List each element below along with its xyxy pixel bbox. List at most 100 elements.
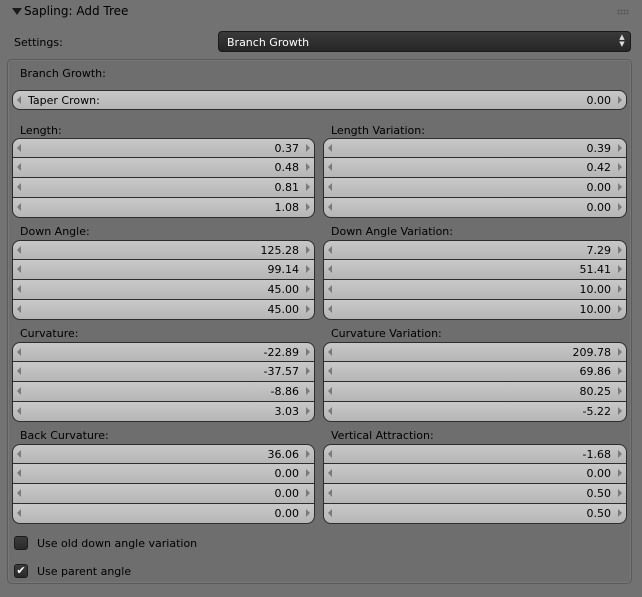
decrement-arrow-icon[interactable] [328,285,332,293]
decrement-arrow-icon[interactable] [328,489,332,497]
increment-arrow-icon[interactable] [306,367,310,375]
increment-arrow-icon[interactable] [618,285,622,293]
decrement-arrow-icon[interactable] [328,407,332,415]
curvature-field-2[interactable]: -37.57 [12,362,315,382]
increment-arrow-icon[interactable] [306,489,310,497]
increment-arrow-icon[interactable] [618,305,622,313]
decrement-arrow-icon[interactable] [17,144,21,152]
increment-arrow-icon[interactable] [618,163,622,171]
decrement-arrow-icon[interactable] [328,348,332,356]
increment-arrow-icon[interactable] [306,509,310,517]
decrement-arrow-icon[interactable] [17,469,21,477]
decrement-arrow-icon[interactable] [17,489,21,497]
increment-arrow-icon[interactable] [618,203,622,211]
curvature-field-1[interactable]: -22.89 [12,342,315,362]
down-angle-variation-field-3[interactable]: 10.00 [323,280,627,300]
decrement-arrow-icon[interactable] [17,96,21,104]
increment-arrow-icon[interactable] [618,509,622,517]
decrement-arrow-icon[interactable] [17,509,21,517]
increment-arrow-icon[interactable] [618,144,622,152]
length-variation-field-4[interactable]: 0.00 [323,198,627,218]
length-variation-field-1[interactable]: 0.39 [323,138,627,158]
taper-crown-field[interactable]: Taper Crown: 0.00 [12,90,627,110]
down-angle-variation-field-1[interactable]: 7.29 [323,240,627,260]
decrement-arrow-icon[interactable] [328,246,332,254]
decrement-arrow-icon[interactable] [328,163,332,171]
increment-arrow-icon[interactable] [306,348,310,356]
increment-arrow-icon[interactable] [306,469,310,477]
increment-arrow-icon[interactable] [306,144,310,152]
increment-arrow-icon[interactable] [306,450,310,458]
decrement-arrow-icon[interactable] [17,183,21,191]
decrement-arrow-icon[interactable] [328,450,332,458]
use-parent-angle-checkbox[interactable]: ✔ [14,564,28,578]
decrement-arrow-icon[interactable] [17,285,21,293]
length-variation-field-2[interactable]: 0.42 [323,158,627,178]
use-parent-angle-label[interactable]: Use parent angle [37,565,131,578]
curvature-field-3[interactable]: -8.86 [12,382,315,402]
decrement-arrow-icon[interactable] [328,265,332,273]
increment-arrow-icon[interactable] [618,265,622,273]
increment-arrow-icon[interactable] [618,469,622,477]
decrement-arrow-icon[interactable] [328,305,332,313]
vertical-attraction-field-3[interactable]: 0.50 [323,484,627,504]
length-field-2[interactable]: 0.48 [12,158,315,178]
decrement-arrow-icon[interactable] [17,246,21,254]
increment-arrow-icon[interactable] [618,348,622,356]
decrement-arrow-icon[interactable] [328,203,332,211]
increment-arrow-icon[interactable] [618,246,622,254]
vertical-attraction-field-2[interactable]: 0.00 [323,464,627,484]
decrement-arrow-icon[interactable] [328,469,332,477]
panel-header[interactable]: Sapling: Add Tree [0,0,642,24]
decrement-arrow-icon[interactable] [17,163,21,171]
increment-arrow-icon[interactable] [618,450,622,458]
length-variation-field-3[interactable]: 0.00 [323,178,627,198]
decrement-arrow-icon[interactable] [17,407,21,415]
back-curvature-field-2[interactable]: 0.00 [12,464,315,484]
use-old-down-angle-variation-checkbox[interactable] [14,536,28,550]
increment-arrow-icon[interactable] [306,387,310,395]
decrement-arrow-icon[interactable] [328,509,332,517]
back-curvature-field-4[interactable]: 0.00 [12,504,315,524]
increment-arrow-icon[interactable] [306,183,310,191]
decrement-arrow-icon[interactable] [17,348,21,356]
decrement-arrow-icon[interactable] [328,367,332,375]
length-field-3[interactable]: 0.81 [12,178,315,198]
increment-arrow-icon[interactable] [306,285,310,293]
down-angle-field-3[interactable]: 45.00 [12,280,315,300]
use-old-down-angle-variation-label[interactable]: Use old down angle variation [37,537,197,550]
increment-arrow-icon[interactable] [618,407,622,415]
decrement-arrow-icon[interactable] [328,183,332,191]
settings-dropdown[interactable]: Branch Growth ▲ ▼ [218,31,631,52]
down-angle-field-1[interactable]: 125.28 [12,240,315,260]
length-field-1[interactable]: 0.37 [12,138,315,158]
decrement-arrow-icon[interactable] [328,144,332,152]
decrement-arrow-icon[interactable] [17,367,21,375]
decrement-arrow-icon[interactable] [17,305,21,313]
increment-arrow-icon[interactable] [306,407,310,415]
increment-arrow-icon[interactable] [618,489,622,497]
increment-arrow-icon[interactable] [618,367,622,375]
curvature-variation-field-3[interactable]: 80.25 [323,382,627,402]
increment-arrow-icon[interactable] [306,203,310,211]
collapse-triangle-icon[interactable] [12,8,22,15]
increment-arrow-icon[interactable] [618,96,622,104]
increment-arrow-icon[interactable] [306,265,310,273]
vertical-attraction-field-1[interactable]: -1.68 [323,444,627,464]
length-field-4[interactable]: 1.08 [12,198,315,218]
increment-arrow-icon[interactable] [618,183,622,191]
drag-grip-icon[interactable] [617,9,629,15]
decrement-arrow-icon[interactable] [17,203,21,211]
back-curvature-field-3[interactable]: 0.00 [12,484,315,504]
increment-arrow-icon[interactable] [306,305,310,313]
increment-arrow-icon[interactable] [306,246,310,254]
decrement-arrow-icon[interactable] [17,450,21,458]
down-angle-field-2[interactable]: 99.14 [12,260,315,280]
decrement-arrow-icon[interactable] [328,387,332,395]
decrement-arrow-icon[interactable] [17,265,21,273]
curvature-variation-field-2[interactable]: 69.86 [323,362,627,382]
down-angle-field-4[interactable]: 45.00 [12,300,315,320]
down-angle-variation-field-2[interactable]: 51.41 [323,260,627,280]
increment-arrow-icon[interactable] [306,163,310,171]
decrement-arrow-icon[interactable] [17,387,21,395]
